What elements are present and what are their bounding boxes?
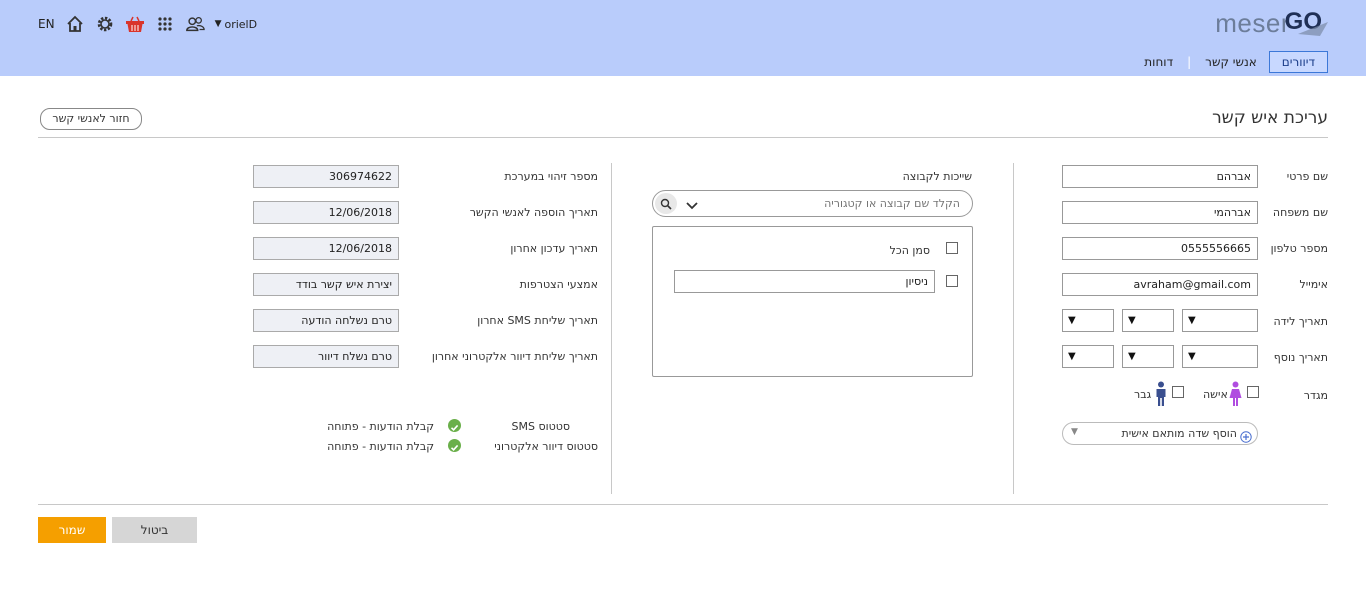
main-nav: דיוורים אנשי קשר | דוחות [1138,50,1328,74]
nav-divider: | [1187,55,1192,69]
plus-circle-icon [1240,428,1252,447]
birth-day-select[interactable]: ▼ [1182,309,1258,332]
cancel-button[interactable]: ביטול [112,517,197,543]
first-name-input[interactable] [1062,165,1258,188]
select-all-label: סמן הכל [889,244,930,257]
check-circle-icon [448,419,461,432]
add-custom-field-label: הוסף שדה מותאם אישית [1121,427,1237,440]
search-icon[interactable] [655,193,677,214]
last-name-label: שם משפחה [1272,206,1328,219]
page-title: עריכת איש קשר [1212,108,1328,128]
mesergo-logo: meser GO [1215,8,1328,40]
extra-day-select[interactable]: ▼ [1182,345,1258,368]
info-label: תאריך הוספה לאנשי הקשר [469,206,598,219]
last-sms-value: טרם נשלחה הודעה [253,309,399,332]
male-icon [1155,381,1167,411]
user-menu[interactable]: ▼ orielD [215,18,258,31]
group-search-box[interactable] [652,190,973,217]
info-label: מספר זיהוי במערכת [504,170,598,183]
female-icon [1229,381,1242,411]
info-label: תאריך שליחת SMS אחרון [477,314,598,327]
header-toolbar: EN ▼ orielD [38,14,257,34]
group-checkbox[interactable] [946,275,958,287]
users-icon[interactable] [185,14,205,34]
username: orielD [224,17,258,31]
chevron-down-icon[interactable] [685,197,699,216]
male-label: גבר [1134,388,1152,401]
logo-swoosh-icon [1298,22,1328,36]
extra-month-select[interactable]: ▼ [1122,345,1174,368]
group-search-input[interactable] [730,194,960,213]
phone-label: מספר טלפון [1270,242,1328,255]
group-name-input[interactable] [674,270,935,293]
footer-divider [38,504,1328,505]
birth-year-select[interactable]: ▼ [1062,309,1114,332]
birth-date-label: תאריך לידה [1273,315,1328,328]
info-label: אמצעי הצטרפות [519,278,598,291]
gender-label: מגדר [1303,389,1328,402]
phone-input[interactable] [1062,237,1258,260]
chevron-down-icon: ▼ [1071,427,1078,437]
last-name-input[interactable] [1062,201,1258,224]
info-label: תאריך עדכון אחרון [510,242,598,255]
home-icon[interactable] [65,14,85,34]
system-id-value: 306974622 [253,165,399,188]
title-divider [38,137,1328,138]
back-to-contacts-button[interactable]: חזור לאנשי קשר [40,108,142,130]
join-method-value: יצירת איש קשר בודד [253,273,399,296]
birth-month-select[interactable]: ▼ [1122,309,1174,332]
top-header: EN ▼ orielD meser GO דיוורים אנשי קשר | … [0,0,1366,76]
groups-list: סמן הכל [652,226,973,377]
sms-status-value: קבלת הודעות - פתוחה [327,420,434,433]
apps-grid-icon[interactable] [155,14,175,34]
save-button[interactable]: שמור [38,517,106,543]
tab-reports[interactable]: דוחות [1138,53,1179,71]
info-label: תאריך שליחת דיוור אלקטרוני אחרון [431,350,598,363]
extra-date-label: תאריך נוסף [1273,351,1328,364]
add-custom-field-dropdown[interactable]: ▼ הוסף שדה מותאם אישית [1062,422,1258,445]
tab-mailings[interactable]: דיוורים [1268,51,1328,73]
first-name-label: שם פרטי [1286,170,1328,183]
groups-label: שייכות לקבוצה [902,170,972,183]
sms-status-label: סטטוס SMS [511,420,570,433]
email-status-label: סטטוס דיוור אלקטרוני [494,440,598,453]
email-status-value: קבלת הודעות - פתוחה [327,440,434,453]
email-input[interactable] [1062,273,1258,296]
female-label: אישה [1203,388,1228,401]
column-divider [1013,163,1014,494]
basket-icon[interactable] [125,14,145,34]
tab-contacts[interactable]: אנשי קשר [1199,53,1263,71]
column-divider [611,163,612,494]
gender-female-checkbox[interactable] [1247,386,1259,398]
extra-year-select[interactable]: ▼ [1062,345,1114,368]
select-all-checkbox[interactable] [946,242,958,254]
check-circle-icon [448,439,461,452]
added-date-value: 12/06/2018 [253,201,399,224]
last-email-value: טרם נשלח דיוור [253,345,399,368]
gender-male-checkbox[interactable] [1172,386,1184,398]
language-switch[interactable]: EN [38,17,55,31]
gear-icon[interactable] [95,14,115,34]
updated-date-value: 12/06/2018 [253,237,399,260]
chevron-down-icon: ▼ [214,19,222,29]
email-label: אימייל [1299,278,1328,291]
